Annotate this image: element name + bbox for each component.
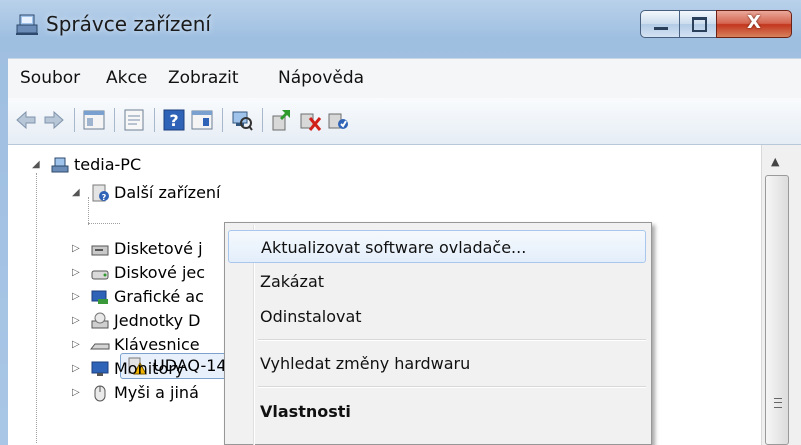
collapsed-arrow-icon[interactable]: ▷ <box>72 285 84 309</box>
floppy-drive-icon <box>91 245 109 256</box>
keyboard-icon <box>90 343 110 350</box>
menu-item-properties[interactable]: Vlastnosti <box>228 395 646 428</box>
device-manager-window: Správce zařízení X Soubor Akce Zobrazit … <box>0 0 801 445</box>
menu-item-disable[interactable]: Zakázat <box>228 265 646 298</box>
menu-separator <box>258 386 646 388</box>
toolbar-separator <box>222 108 223 132</box>
enable-device-icon[interactable] <box>326 108 350 132</box>
vertical-scrollbar[interactable]: ▲ <box>761 145 801 445</box>
title-bar[interactable]: Správce zařízení X <box>0 0 801 48</box>
collapsed-arrow-icon[interactable]: ▷ <box>72 261 84 285</box>
unknown-device-icon: ? <box>92 184 109 202</box>
uninstall-device-icon[interactable] <box>298 108 322 132</box>
menu-zobrazit[interactable]: Zobrazit <box>168 68 239 88</box>
monitor-icon <box>91 361 109 376</box>
menu-item-scan-hardware[interactable]: Vyhledat změny hardwaru <box>228 347 646 380</box>
toolbar-separator <box>114 108 115 132</box>
tree-node-label: Další zařízení <box>114 183 221 202</box>
tree-node-category[interactable]: ▷ Monitory <box>72 357 232 381</box>
scroll-grip-icon <box>774 398 782 408</box>
window-title: Správce zařízení <box>46 12 211 36</box>
collapsed-arrow-icon[interactable]: ▷ <box>72 237 84 261</box>
help-icon[interactable]: ? <box>162 108 186 132</box>
display-adapter-icon <box>91 290 108 304</box>
view-details-icon[interactable] <box>190 108 214 132</box>
mouse-icon <box>94 385 106 402</box>
tree-node-category[interactable]: ▷ Grafické ac <box>72 285 232 309</box>
tree-node-category[interactable]: ▷ Myši a jiná <box>72 381 232 405</box>
tree-node-category[interactable]: ▷ Disketové j <box>72 237 232 261</box>
tree-node-label: Jednotky D <box>114 311 201 330</box>
toolbar-separator <box>262 108 263 132</box>
dvd-drive-icon <box>91 312 109 329</box>
tree-node-category[interactable]: ▷ Diskové jec <box>72 261 232 285</box>
device-manager-icon <box>16 14 38 35</box>
scroll-up-arrow-icon[interactable]: ▲ <box>771 155 779 168</box>
menu-item-update-driver[interactable]: Aktualizovat software ovladače... <box>228 230 646 263</box>
close-button[interactable]: X <box>716 10 792 38</box>
tree-node-label: Grafické ac <box>114 287 204 306</box>
minimize-icon <box>654 27 668 30</box>
toolbar: ? <box>8 98 801 145</box>
collapsed-arrow-icon[interactable]: ▷ <box>72 333 84 357</box>
toolbar-separator <box>74 108 75 132</box>
tree-node-category[interactable]: ▷ Jednotky D <box>72 309 232 333</box>
expanded-arrow-icon[interactable]: ◢ <box>72 181 84 205</box>
scan-hardware-icon[interactable] <box>230 108 254 132</box>
collapsed-arrow-icon[interactable]: ▷ <box>72 309 84 333</box>
context-menu: Aktualizovat software ovladače... Zakáza… <box>224 222 652 445</box>
svg-text:?: ? <box>102 193 107 202</box>
menu-akce[interactable]: Akce <box>106 68 147 88</box>
tree-node-category[interactable]: ▷ Klávesnice <box>72 333 232 357</box>
maximize-icon <box>692 17 707 32</box>
menu-bar: Soubor Akce Zobrazit Nápověda <box>8 58 801 99</box>
tree-line <box>88 223 120 224</box>
tree-node-label: Monitory <box>114 359 185 378</box>
toolbar-separator <box>154 108 155 132</box>
maximize-button[interactable] <box>679 10 717 38</box>
tree-node-label: tedia-PC <box>74 155 142 174</box>
update-driver-icon[interactable] <box>270 108 294 132</box>
close-icon: X <box>747 12 761 33</box>
collapsed-arrow-icon[interactable]: ▷ <box>72 381 84 405</box>
menu-napoveda[interactable]: Nápověda <box>278 68 364 88</box>
tree-line <box>36 173 37 443</box>
tree-node-other-devices[interactable]: ◢ ? Další zařízení <box>72 181 292 205</box>
menu-item-uninstall[interactable]: Odinstalovat <box>228 300 646 333</box>
scroll-thumb[interactable] <box>765 175 789 445</box>
menu-soubor[interactable]: Soubor <box>20 68 80 88</box>
menu-separator <box>258 339 646 341</box>
properties-icon[interactable] <box>122 108 146 132</box>
tree-node-label: Myši a jiná <box>114 383 199 402</box>
tree-node-root[interactable]: ◢ tedia-PC <box>32 153 252 177</box>
svg-text:?: ? <box>169 111 178 130</box>
show-hide-tree-icon[interactable] <box>82 108 106 132</box>
tree-node-label: Diskové jec <box>114 263 206 282</box>
tree-node-label: Disketové j <box>114 239 203 258</box>
minimize-button[interactable] <box>640 10 680 38</box>
back-arrow-icon[interactable] <box>14 108 38 132</box>
expanded-arrow-icon[interactable]: ◢ <box>32 153 44 177</box>
computer-icon <box>51 157 69 173</box>
disk-drive-icon <box>91 270 109 280</box>
collapsed-arrow-icon[interactable]: ▷ <box>72 357 84 381</box>
forward-arrow-icon[interactable] <box>42 108 66 132</box>
tree-node-label: Klávesnice <box>114 335 200 354</box>
